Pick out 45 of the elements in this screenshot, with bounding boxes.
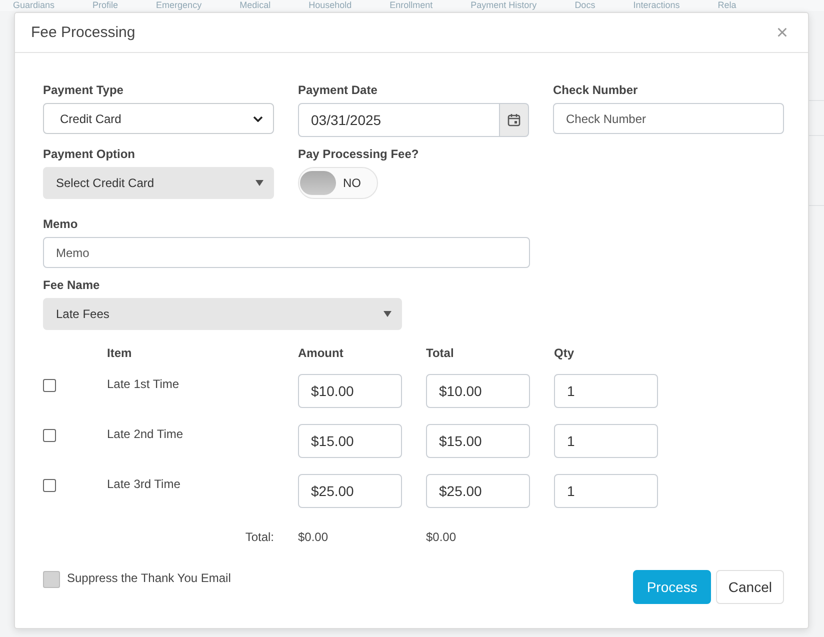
caret-icon — [383, 311, 392, 317]
calendar-button[interactable] — [500, 103, 529, 137]
amount-field[interactable]: $25.00 — [298, 474, 402, 508]
checkbox[interactable] — [43, 429, 56, 442]
total-field[interactable]: $10.00 — [426, 374, 530, 408]
calendar-icon — [507, 113, 522, 127]
total-amount: $0.00 — [298, 530, 330, 544]
item-name: Late 1st Time — [107, 376, 180, 391]
checkbox-label: Suppress the Thank You Email — [67, 571, 231, 585]
item-name: Late 3rd Time — [107, 476, 182, 491]
total-field[interactable]: $15.00 — [426, 424, 530, 458]
qty-field[interactable]: 1 — [554, 374, 658, 408]
field-label: Memo — [43, 217, 79, 231]
qty-field[interactable]: 1 — [554, 474, 658, 508]
field-label: Fee Name — [43, 278, 101, 292]
checkbox[interactable] — [43, 479, 56, 492]
check-number-field[interactable]: Check Number — [553, 103, 784, 134]
field-label: Payment Option — [43, 147, 136, 161]
dialog-title: Fee Processing — [31, 24, 136, 41]
payment-type-select[interactable]: Credit Card — [43, 103, 274, 134]
toggle-switch[interactable]: NO — [298, 167, 378, 199]
cancel-button[interactable]: Cancel — [716, 570, 784, 604]
memo-field[interactable]: Memo — [43, 237, 530, 268]
column-header: Qty — [554, 346, 576, 360]
caret-icon — [255, 180, 264, 186]
field-label: Payment Date — [298, 83, 378, 97]
date-field[interactable]: 03/31/2025 — [298, 103, 500, 137]
column-header: Item — [107, 346, 133, 360]
total-field[interactable]: $25.00 — [426, 474, 530, 508]
qty-field[interactable]: 1 — [554, 424, 658, 458]
item-name: Late 2nd Time — [107, 426, 184, 441]
checkbox[interactable] — [43, 571, 60, 588]
column-header: Total — [426, 346, 455, 360]
field-label: Check Number — [553, 83, 639, 97]
fee-name-select[interactable]: Late Fees — [43, 298, 402, 330]
chevron-icon — [253, 116, 263, 122]
field-label: Payment Type — [43, 83, 124, 97]
total-amount: $0.00 — [426, 530, 458, 544]
total-label: Total: — [244, 530, 275, 544]
amount-field[interactable]: $10.00 — [298, 374, 402, 408]
amount-field[interactable]: $15.00 — [298, 424, 402, 458]
column-header: Amount — [298, 346, 344, 360]
field-label: Pay Processing Fee? — [298, 147, 420, 161]
payment-option-select[interactable]: Select Credit Card — [43, 167, 274, 199]
checkbox[interactable] — [43, 379, 56, 392]
